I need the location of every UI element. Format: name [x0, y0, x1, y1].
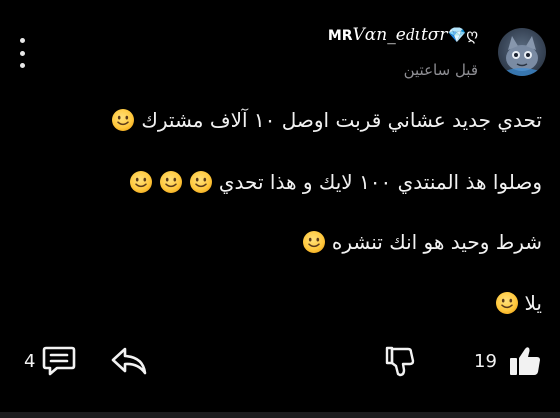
more-options-icon[interactable]: [14, 38, 30, 68]
post-body-line: وصلوا هذ المنتدي ١٠٠ لايك و هذا تحدي: [129, 170, 542, 194]
post-body-line: تحدي جديد عشاني قربت اوصل ١٠ آلاف مشترك: [111, 108, 542, 132]
smiling-face-icon: [111, 108, 136, 132]
author-name[interactable]: MRVαn_eԁιtσr💎ღ: [328, 25, 478, 45]
share-button[interactable]: [110, 344, 148, 378]
author-name-script: Vαn_eԁιtσr: [352, 25, 448, 45]
smiling-face-icon: [129, 170, 153, 194]
like-count: 19: [474, 350, 497, 372]
author-name-suffix: 💎ღ: [447, 26, 478, 44]
post-text: تحدي جديد عشاني قربت اوصل ١٠ آلاف مشترك: [141, 108, 542, 132]
comment-icon: [43, 346, 76, 376]
post-actions-bar: 4 19: [0, 340, 560, 384]
smiling-face-icon: [302, 230, 326, 254]
share-icon: [111, 347, 147, 375]
thumbs-down-icon: [385, 346, 415, 377]
bottom-divider: [0, 412, 560, 418]
post-body-line: شرط وحيد هو انك تنشره: [302, 230, 542, 254]
post-timestamp: قبل ساعتين: [403, 61, 478, 79]
author-name-prefix: MR: [327, 28, 353, 44]
post-text: وصلوا هذ المنتدي ١٠٠ لايك و هذا تحدي: [218, 170, 542, 194]
smiling-face-icon: [494, 291, 519, 315]
avatar[interactable]: [498, 28, 546, 76]
smiling-face-icon: [159, 170, 183, 194]
comment-button[interactable]: 4: [24, 344, 77, 378]
like-button[interactable]: 19: [474, 344, 543, 378]
smiling-face-icon: [189, 170, 213, 194]
post-text: شرط وحيد هو انك تنشره: [331, 230, 542, 254]
thumbs-up-icon: [509, 347, 540, 375]
comment-count: 4: [24, 350, 36, 372]
post-card: MRVαn_eԁιtσr💎ღ قبل ساعتين تحدي جديد عشان…: [0, 0, 560, 418]
post-body-line: يلا: [494, 291, 543, 315]
post-text: يلا: [524, 291, 543, 315]
dislike-button[interactable]: [383, 344, 417, 378]
